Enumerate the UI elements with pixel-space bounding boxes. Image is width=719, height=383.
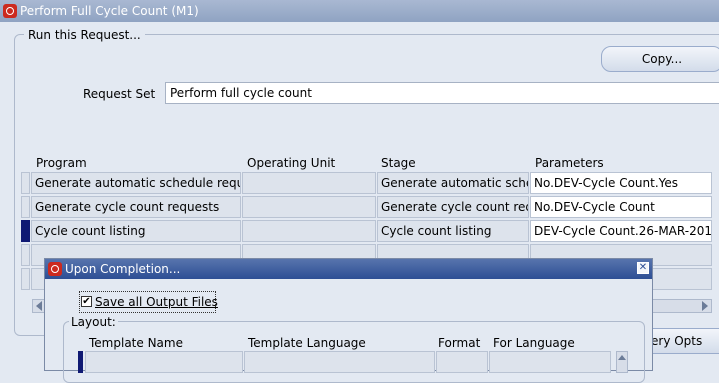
upon-completion-dialog: Upon Completion... ✕ ✔ Save all Output F… — [44, 258, 653, 383]
column-header-stage: Stage — [381, 156, 416, 170]
template-name-cell[interactable] — [85, 351, 243, 373]
column-header-program: Program — [36, 156, 87, 170]
copy-button[interactable]: Copy... — [601, 46, 719, 72]
request-set-label: Request Set — [83, 87, 156, 101]
column-header-parameters: Parameters — [535, 156, 604, 170]
parameters-cell[interactable]: No.DEV-Cycle Count.Yes — [530, 172, 712, 194]
row-selector-selected[interactable] — [78, 351, 83, 373]
program-cell[interactable]: Generate automatic schedule reque — [31, 172, 241, 194]
column-header-for-language: For Language — [493, 336, 575, 350]
program-cell[interactable]: Generate cycle count requests — [31, 196, 241, 218]
format-cell[interactable] — [436, 351, 488, 373]
stage-cell[interactable]: Generate cycle count requ — [377, 196, 529, 218]
stage-cell[interactable]: Cycle count listing — [377, 220, 529, 242]
for-language-cell[interactable] — [489, 351, 611, 373]
close-icon[interactable]: ✕ — [637, 262, 649, 274]
row-selector[interactable] — [21, 244, 30, 266]
scroll-left-icon[interactable] — [36, 301, 42, 311]
window-title: Perform Full Cycle Count (M1) — [20, 4, 199, 18]
column-header-template-name: Template Name — [89, 336, 183, 350]
dialog-title: Upon Completion... — [65, 262, 181, 276]
run-request-legend: Run this Request... — [24, 28, 145, 42]
scroll-right-icon[interactable] — [702, 301, 708, 311]
request-set-field[interactable]: Perform full cycle count — [165, 82, 719, 104]
row-selector[interactable] — [21, 196, 30, 218]
save-output-label[interactable]: Save all Output Files — [95, 295, 218, 309]
save-output-checkbox[interactable]: ✔ — [81, 296, 92, 307]
row-selector[interactable] — [21, 268, 30, 290]
scroll-up-icon[interactable] — [618, 355, 626, 360]
oracle-logo-icon — [3, 4, 17, 18]
oracle-logo-icon — [48, 262, 62, 276]
row-selector[interactable] — [21, 172, 30, 194]
column-header-operating-unit: Operating Unit — [247, 156, 336, 170]
layout-legend: Layout: — [69, 315, 118, 329]
window-title-bar: Perform Full Cycle Count (M1) — [0, 0, 719, 22]
program-cell[interactable]: Cycle count listing — [31, 220, 241, 242]
column-header-template-language: Template Language — [248, 336, 366, 350]
row-selector-selected[interactable] — [21, 220, 30, 242]
stage-cell[interactable]: Generate automatic sche — [377, 172, 529, 194]
operating-unit-cell[interactable] — [242, 196, 376, 218]
parameters-cell[interactable]: No.DEV-Cycle Count — [530, 196, 712, 218]
dialog-title-bar: Upon Completion... ✕ — [45, 259, 652, 279]
template-language-cell[interactable] — [244, 351, 435, 373]
operating-unit-cell[interactable] — [242, 220, 376, 242]
operating-unit-cell[interactable] — [242, 172, 376, 194]
column-header-format: Format — [438, 336, 481, 350]
parameters-cell[interactable]: DEV-Cycle Count.26-MAR-201 — [530, 220, 712, 242]
vertical-scrollbar[interactable] — [616, 351, 628, 373]
